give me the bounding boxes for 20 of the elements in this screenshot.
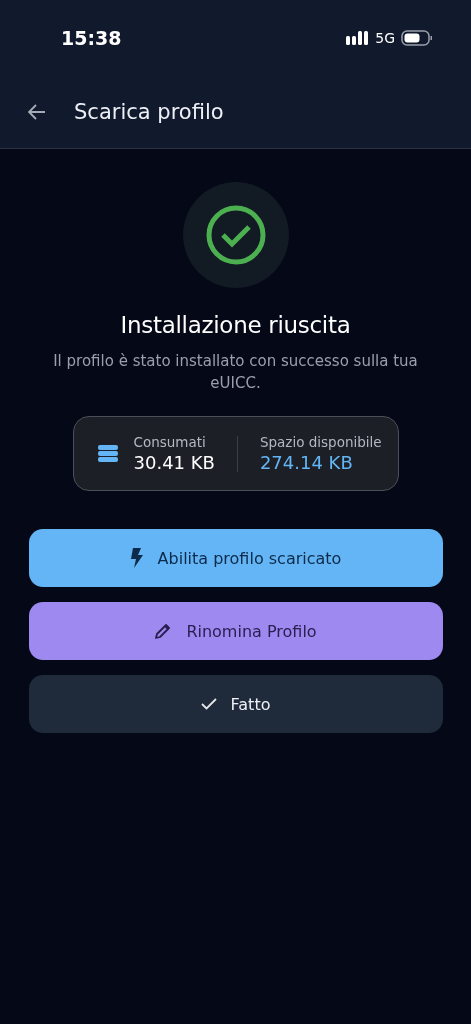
- check-icon: [200, 698, 217, 710]
- storage-label: Spazio disponibile: [259, 434, 382, 450]
- screen-title: Scarica profilo: [74, 100, 224, 124]
- rename-button[interactable]: Rinomina Profilo: [28, 602, 443, 660]
- back-icon[interactable]: [28, 104, 46, 120]
- result-message: Il profilo è stato installato con successo sulla tua eUICC.: [52, 351, 419, 394]
- lightning-icon: [129, 548, 144, 568]
- enable-button[interactable]: Abilita profilo scaricato: [28, 529, 443, 587]
- network-type: 5G: [375, 30, 395, 46]
- storage-value: 30.41 KB: [133, 452, 215, 473]
- result-title: Installazione riuscita: [120, 312, 351, 338]
- pencil-icon: [154, 622, 173, 640]
- storage-label: Consumati: [133, 434, 207, 450]
- done-button[interactable]: Fatto: [28, 675, 443, 733]
- signal-icon: [346, 31, 370, 45]
- storage-icon: [97, 445, 118, 462]
- battery-icon: [401, 30, 433, 46]
- storage-value: 274.14 KB: [259, 452, 354, 473]
- status-time: 15:38: [61, 27, 122, 49]
- check-circle-icon: [204, 204, 267, 266]
